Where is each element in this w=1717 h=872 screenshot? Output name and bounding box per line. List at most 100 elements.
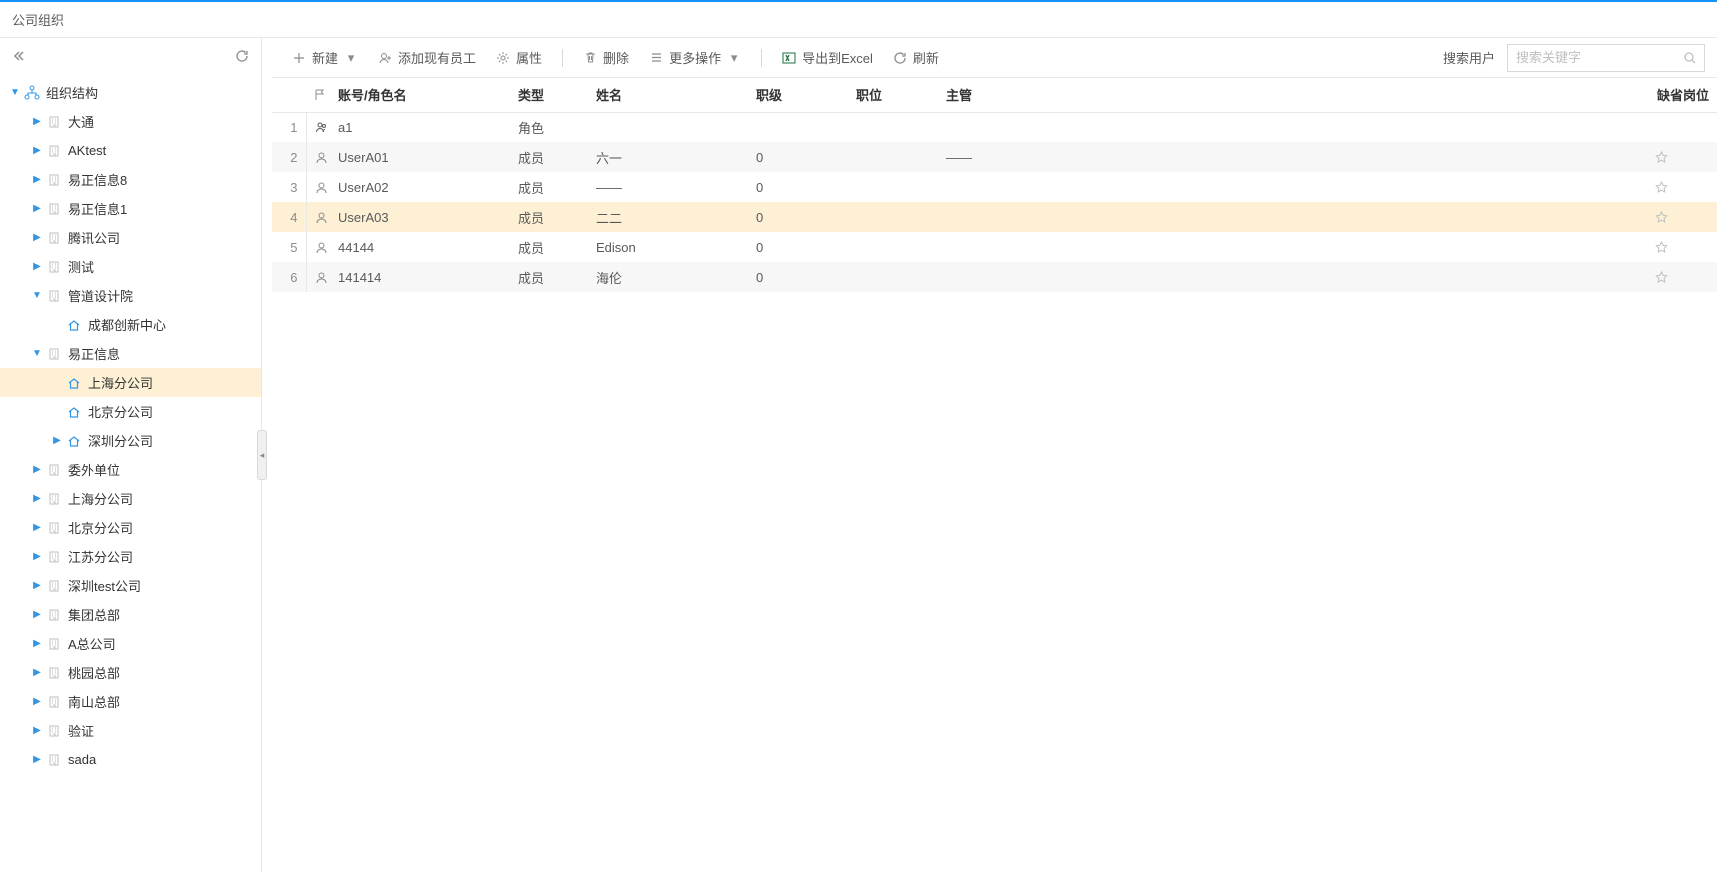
chevron-right-icon[interactable]: ▶ (30, 231, 44, 245)
chevron-right-icon[interactable]: ▶ (30, 724, 44, 738)
chevron-right-icon[interactable]: ▶ (30, 579, 44, 593)
search-box (1507, 44, 1705, 72)
tree-node[interactable]: ▶集团总部 (0, 600, 261, 629)
building-icon (46, 636, 62, 652)
tree-node[interactable]: ▶深圳test公司 (0, 571, 261, 600)
cell-name (588, 112, 748, 142)
cell-supervisor (938, 232, 1118, 262)
row-number: 2 (272, 142, 306, 172)
tree-node[interactable]: ▶腾讯公司 (0, 223, 261, 252)
col-account[interactable]: 账号/角色名 (330, 78, 510, 112)
tree-node-label: 委外单位 (68, 460, 120, 479)
chevron-right-icon[interactable]: ▶ (30, 608, 44, 622)
splitter-handle[interactable]: ◂ (257, 430, 267, 480)
tree-node[interactable]: ▶上海分公司 (0, 368, 261, 397)
chevron-right-icon[interactable]: ▶ (30, 695, 44, 709)
tree-node[interactable]: ▶A总公司 (0, 629, 261, 658)
tree-node[interactable]: ▶成都创新中心 (0, 310, 261, 339)
chevron-right-icon[interactable]: ▶ (30, 753, 44, 767)
star-cell[interactable] (1647, 262, 1717, 292)
add-existing-button[interactable]: 添加现有员工 (370, 44, 484, 71)
chevron-right-icon[interactable]: ▶ (30, 202, 44, 216)
delete-button[interactable]: 删除 (575, 44, 637, 71)
export-button[interactable]: 导出到Excel (774, 44, 881, 71)
col-position[interactable]: 职位 (848, 78, 938, 112)
collapse-sidebar-button[interactable] (12, 49, 26, 63)
star-cell[interactable] (1647, 172, 1717, 202)
sidebar: ▼ 组织结构 ▶大通▶AKtest▶易正信息8▶易正信息1▶腾讯公司▶测试▼管道… (0, 38, 262, 872)
chevron-right-icon[interactable]: ▶ (30, 521, 44, 535)
cell-account: 141414 (330, 262, 510, 292)
refresh-button[interactable]: 刷新 (885, 44, 947, 71)
row-type-icon-cell (306, 262, 330, 292)
tree-node[interactable]: ▶南山总部 (0, 687, 261, 716)
table-row[interactable]: 4UserA03成员二二0 (272, 202, 1717, 232)
row-type-icon-cell (306, 112, 330, 142)
chevron-right-icon[interactable]: ▶ (30, 463, 44, 477)
cell-type: 成员 (510, 262, 588, 292)
col-rank[interactable]: 职级 (748, 78, 848, 112)
new-button-label: 新建 (312, 48, 338, 67)
tree-root[interactable]: ▼ 组织结构 (0, 78, 261, 107)
cell-rank: 0 (748, 172, 848, 202)
more-button[interactable]: 更多操作 ▾ (641, 44, 749, 71)
chevron-right-icon[interactable]: ▶ (30, 115, 44, 129)
table-row[interactable]: 2UserA01成员六一0—— (272, 142, 1717, 172)
tree-node-label: 上海分公司 (68, 489, 133, 508)
chevron-right-icon[interactable]: ▶ (30, 260, 44, 274)
chevron-right-icon[interactable]: ▶ (30, 173, 44, 187)
tree-node[interactable]: ▶验证 (0, 716, 261, 745)
tree-node[interactable]: ▶易正信息8 (0, 165, 261, 194)
tree-node[interactable]: ▶ 上海分公司 (0, 484, 261, 513)
chevron-right-icon[interactable]: ▶ (30, 550, 44, 564)
tree-node[interactable]: ▶大通 (0, 107, 261, 136)
tree-node[interactable]: ▶江苏分公司 (0, 542, 261, 571)
building-icon (46, 230, 62, 246)
tree-node[interactable]: ▶测试 (0, 252, 261, 281)
add-existing-label: 添加现有员工 (398, 48, 476, 67)
chevron-down-icon[interactable]: ▼ (30, 289, 44, 303)
tree-node[interactable]: ▶ 委外单位 (0, 455, 261, 484)
refresh-tree-button[interactable] (235, 49, 249, 63)
col-name[interactable]: 姓名 (588, 78, 748, 112)
excel-icon (782, 51, 796, 65)
tree-node[interactable]: ▼管道设计院 (0, 281, 261, 310)
col-default-post[interactable]: 缺省岗位 (1647, 78, 1717, 112)
col-type[interactable]: 类型 (510, 78, 588, 112)
chevron-right-icon[interactable]: ▶ (50, 434, 64, 448)
star-cell[interactable] (1647, 142, 1717, 172)
tree-node[interactable]: ▶AKtest (0, 136, 261, 165)
properties-button[interactable]: 属性 (488, 44, 550, 71)
tree-root-label: 组织结构 (46, 83, 98, 102)
table-row[interactable]: 1a1角色 (272, 112, 1717, 142)
tree-node[interactable]: ▼易正信息 (0, 339, 261, 368)
star-cell[interactable] (1647, 112, 1717, 142)
tree-node[interactable]: ▶桃园总部 (0, 658, 261, 687)
tree-node[interactable]: ▶易正信息1 (0, 194, 261, 223)
tree-node[interactable]: ▶深圳分公司 (0, 426, 261, 455)
star-cell[interactable] (1647, 202, 1717, 232)
search-icon[interactable] (1683, 51, 1697, 65)
toolbar-separator (761, 49, 762, 67)
col-rownum[interactable] (272, 78, 306, 112)
chevron-down-icon[interactable]: ▼ (30, 347, 44, 361)
building-icon (46, 346, 62, 362)
col-supervisor[interactable]: 主管 (938, 78, 1118, 112)
tree-node[interactable]: ▶北京分公司 (0, 513, 261, 542)
tree-node[interactable]: ▶北京分公司 (0, 397, 261, 426)
chevron-right-icon[interactable]: ▶ (30, 637, 44, 651)
table-row[interactable]: 544144成员Edison0 (272, 232, 1717, 262)
chevron-down-icon[interactable]: ▼ (8, 86, 22, 100)
new-button[interactable]: 新建 ▾ (284, 44, 366, 71)
search-input[interactable] (1507, 44, 1705, 72)
chevron-right-icon[interactable]: ▶ (30, 144, 44, 158)
tree-node-label: 上海分公司 (88, 373, 153, 392)
table-row[interactable]: 3UserA02成员——0 (272, 172, 1717, 202)
col-flag[interactable] (306, 78, 330, 112)
tree-node[interactable]: ▶sada (0, 745, 261, 774)
chevron-right-icon[interactable]: ▶ (30, 492, 44, 506)
table-row[interactable]: 6141414成员海伦0 (272, 262, 1717, 292)
chevron-right-icon[interactable]: ▶ (30, 666, 44, 680)
org-tree: ▼ 组织结构 ▶大通▶AKtest▶易正信息8▶易正信息1▶腾讯公司▶测试▼管道… (0, 74, 261, 778)
star-cell[interactable] (1647, 232, 1717, 262)
